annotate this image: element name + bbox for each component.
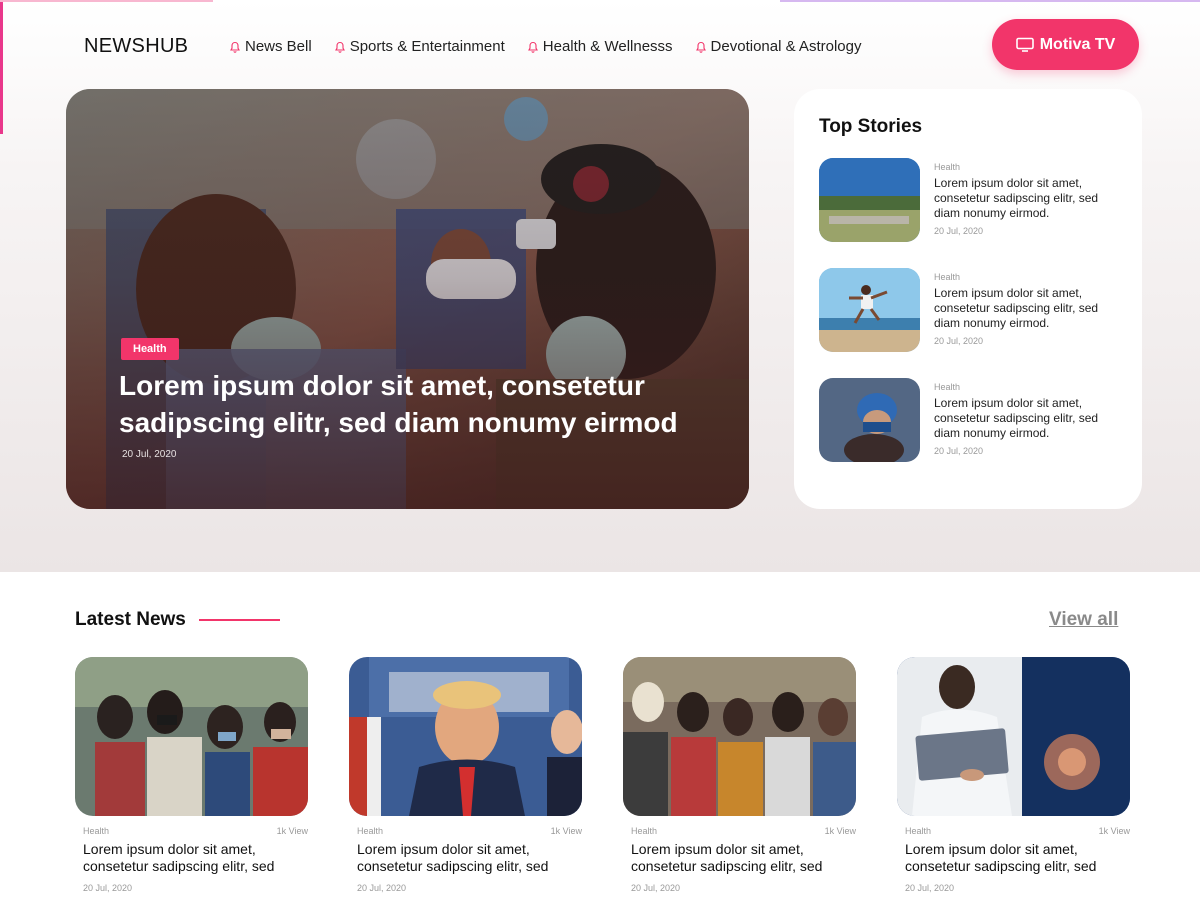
top-story-category: Health xyxy=(934,162,961,172)
latest-news-card[interactable]: Health 1k View Lorem ipsum dolor sit ame… xyxy=(623,657,856,897)
top-story-headline[interactable]: Lorem ipsum dolor sit amet, consetetur s… xyxy=(934,396,1124,441)
news-card-category: Health xyxy=(357,826,384,836)
nav-item-label: Devotional & Astrology xyxy=(710,38,862,55)
bell-icon xyxy=(695,41,706,53)
featured-category-badge[interactable]: Health xyxy=(121,338,179,360)
motiva-tv-button[interactable]: Motiva TV xyxy=(992,19,1139,70)
nav-item-label: Health & Wellnesss xyxy=(542,38,673,55)
top-story-thumbnail xyxy=(819,268,920,352)
nav-item-health-wellness[interactable]: Health & Wellnesss xyxy=(527,38,673,55)
view-all-link[interactable]: View all xyxy=(1049,609,1118,631)
news-card-image xyxy=(623,657,856,816)
nav-item-sports-entertainment[interactable]: Sports & Entertainment xyxy=(334,38,505,55)
featured-story-card[interactable]: Health Lorem ipsum dolor sit amet, conse… xyxy=(66,89,749,509)
nav-item-devotional-astrology[interactable]: Devotional & Astrology xyxy=(695,38,862,55)
top-story-category: Health xyxy=(934,382,961,392)
news-card-headline[interactable]: Lorem ipsum dolor sit amet, consetetur s… xyxy=(83,841,313,875)
bell-icon xyxy=(527,41,538,53)
news-card-headline[interactable]: Lorem ipsum dolor sit amet, consetetur s… xyxy=(357,841,587,875)
news-card-image xyxy=(75,657,308,816)
top-story-item[interactable]: Health Lorem ipsum dolor sit amet, conse… xyxy=(819,378,1119,462)
site-header: NEWSHUB News Bell Sports & Entertainment… xyxy=(0,0,1200,92)
top-story-item[interactable]: Health Lorem ipsum dolor sit amet, conse… xyxy=(819,158,1119,242)
news-card-date: 20 Jul, 2020 xyxy=(905,883,955,893)
nav-item-news-bell[interactable]: News Bell xyxy=(229,38,312,55)
featured-image-overlay xyxy=(66,89,749,509)
news-card-date: 20 Jul, 2020 xyxy=(631,883,681,893)
news-card-headline[interactable]: Lorem ipsum dolor sit amet, consetetur s… xyxy=(905,841,1135,875)
news-card-image xyxy=(897,657,1130,816)
top-story-date: 20 Jul, 2020 xyxy=(934,336,984,346)
top-story-headline[interactable]: Lorem ipsum dolor sit amet, consetetur s… xyxy=(934,286,1124,331)
news-card-views: 1k View xyxy=(824,826,856,836)
latest-news-card[interactable]: Health 1k View Lorem ipsum dolor sit ame… xyxy=(349,657,582,897)
news-card-views: 1k View xyxy=(276,826,308,836)
top-stories-heading: Top Stories xyxy=(819,116,923,137)
top-story-date: 20 Jul, 2020 xyxy=(934,226,984,236)
nav-item-label: Sports & Entertainment xyxy=(349,38,505,55)
latest-news-heading: Latest News xyxy=(75,609,186,630)
top-stories-panel: Top Stories Health Lorem ipsum dolor sit… xyxy=(794,89,1142,509)
featured-headline[interactable]: Lorem ipsum dolor sit amet, consetetur s… xyxy=(119,367,719,441)
bell-icon xyxy=(334,41,345,53)
featured-date: 20 Jul, 2020 xyxy=(122,449,177,460)
news-card-image xyxy=(349,657,582,816)
latest-news-card[interactable]: Health 1k View Lorem ipsum dolor sit ame… xyxy=(75,657,308,897)
nav-item-label: News Bell xyxy=(245,38,312,55)
heading-underline xyxy=(199,619,280,621)
tv-icon xyxy=(1015,37,1034,52)
news-card-category: Health xyxy=(631,826,658,836)
news-card-date: 20 Jul, 2020 xyxy=(357,883,407,893)
top-story-category: Health xyxy=(934,272,961,282)
news-card-views: 1k View xyxy=(550,826,582,836)
bell-icon xyxy=(230,41,240,53)
latest-news-card[interactable]: Health 1k View Lorem ipsum dolor sit ame… xyxy=(897,657,1130,897)
top-story-headline[interactable]: Lorem ipsum dolor sit amet, consetetur s… xyxy=(934,176,1124,221)
main-nav: News Bell Sports & Entertainment Health … xyxy=(229,38,861,55)
news-card-date: 20 Jul, 2020 xyxy=(83,883,133,893)
news-card-headline[interactable]: Lorem ipsum dolor sit amet, consetetur s… xyxy=(631,841,861,875)
top-story-thumbnail xyxy=(819,158,920,242)
news-card-views: 1k View xyxy=(1098,826,1130,836)
top-story-item[interactable]: Health Lorem ipsum dolor sit amet, conse… xyxy=(819,268,1119,352)
motiva-tv-label: Motiva TV xyxy=(1039,35,1116,53)
news-card-category: Health xyxy=(83,826,110,836)
news-card-category: Health xyxy=(905,826,932,836)
top-story-thumbnail xyxy=(819,378,920,462)
site-logo[interactable]: NEWSHUB xyxy=(84,35,188,58)
top-story-date: 20 Jul, 2020 xyxy=(934,446,984,456)
